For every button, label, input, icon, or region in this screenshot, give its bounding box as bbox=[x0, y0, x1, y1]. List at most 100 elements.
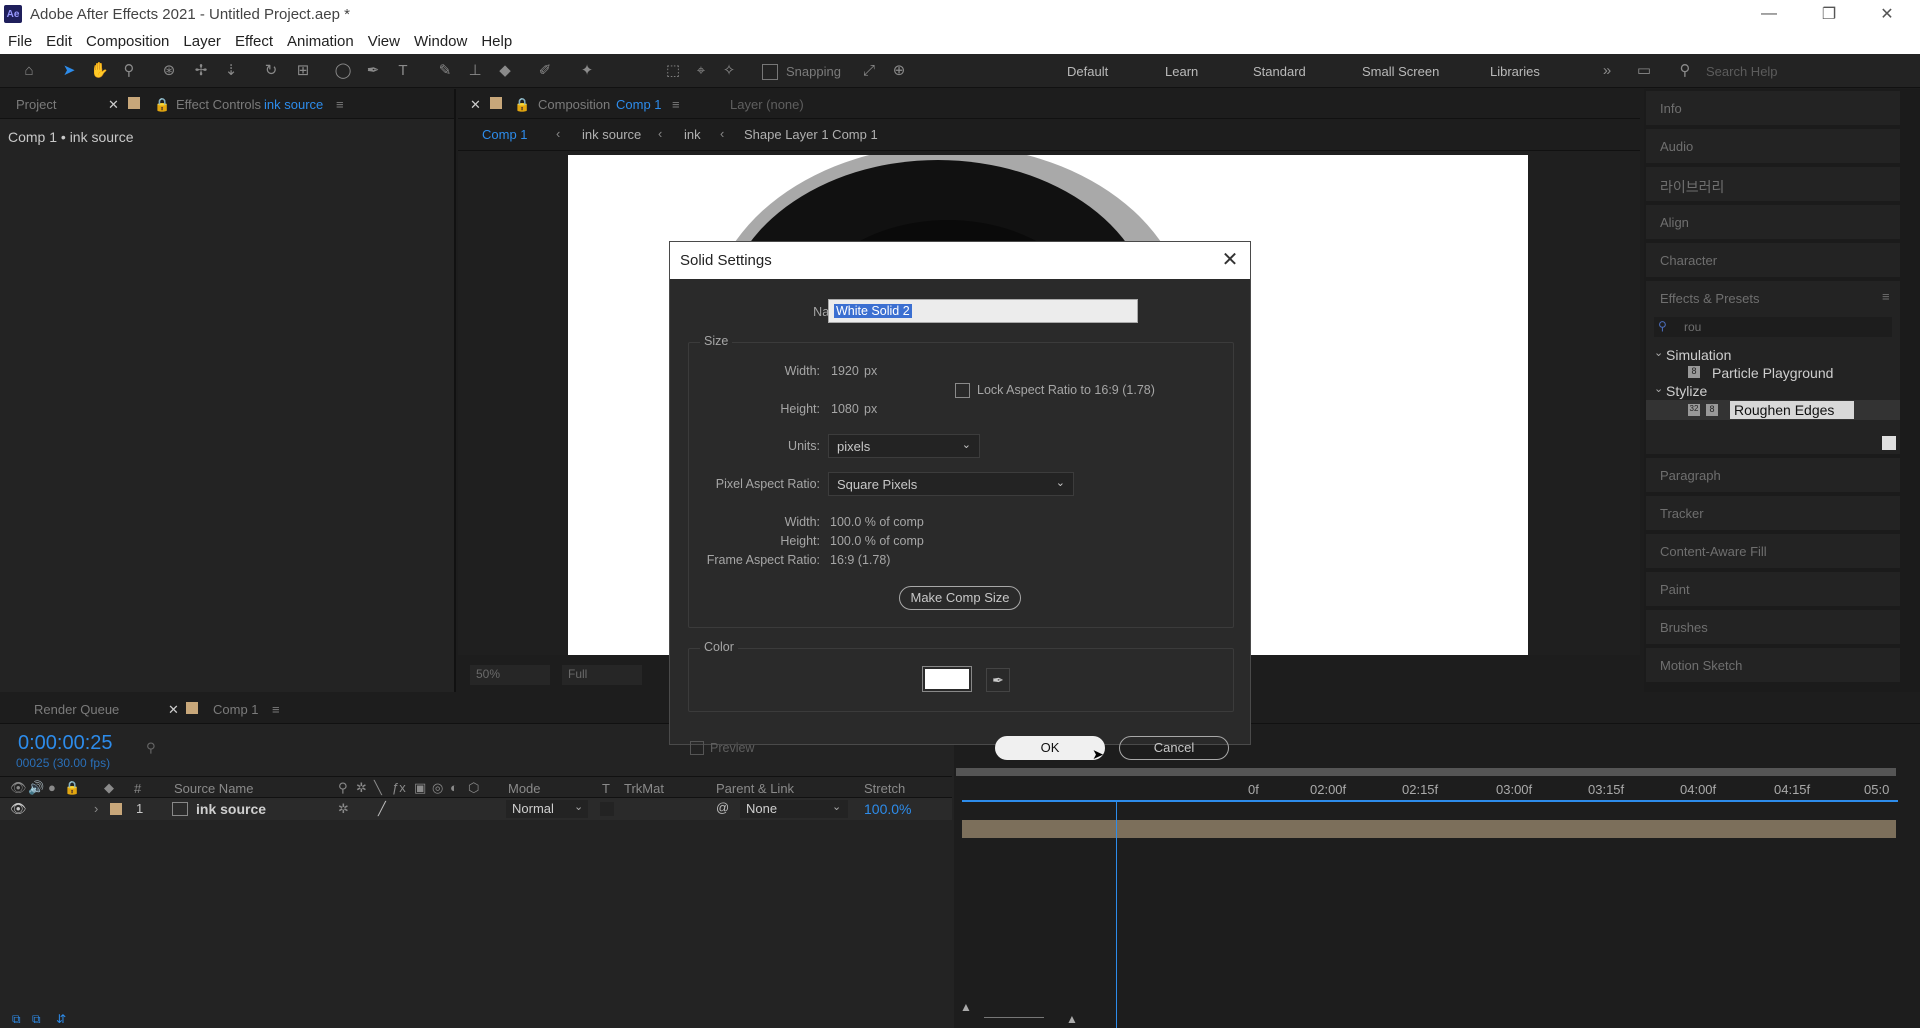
home-icon[interactable]: ⌂ bbox=[20, 62, 38, 80]
panel-tracker[interactable]: Tracker bbox=[1646, 494, 1900, 530]
panel-paragraph[interactable]: Paragraph bbox=[1646, 456, 1900, 492]
current-time-indicator[interactable] bbox=[1116, 800, 1117, 1028]
name-input[interactable]: White Solid 2 bbox=[828, 299, 1138, 323]
workspace-libraries[interactable]: Libraries bbox=[1490, 64, 1540, 79]
roto-brush-icon[interactable]: ✐ bbox=[536, 62, 554, 80]
menu-composition[interactable]: Composition bbox=[86, 33, 169, 50]
snap-feature-icon[interactable]: ⊕ bbox=[890, 62, 908, 80]
new-folder-icon[interactable] bbox=[1882, 436, 1896, 450]
adjustment-layer-icon[interactable]: ◐ bbox=[450, 780, 458, 795]
resolution-select[interactable]: Full bbox=[562, 665, 642, 685]
menu-animation[interactable]: Animation bbox=[287, 33, 354, 50]
tab-composition[interactable]: Composition bbox=[538, 97, 610, 112]
workspace-standard[interactable]: Standard bbox=[1253, 64, 1306, 79]
rotation-tool-icon[interactable]: ↻ bbox=[262, 62, 280, 80]
orbit-camera-icon[interactable]: ⊛ bbox=[160, 62, 178, 80]
restore-button[interactable]: ❐ bbox=[1800, 0, 1858, 28]
puppet-tool-icon[interactable]: ✦ bbox=[578, 62, 596, 80]
width-value[interactable]: 1920 bbox=[831, 364, 859, 378]
breadcrumb-ink-source[interactable]: ink source bbox=[582, 127, 641, 142]
height-value[interactable]: 1080 bbox=[831, 402, 859, 416]
menu-layer[interactable]: Layer bbox=[183, 33, 221, 50]
panel-info[interactable]: Info bbox=[1646, 89, 1900, 125]
tab-effect-controls[interactable]: Effect Controls bbox=[176, 97, 261, 112]
ok-button[interactable]: OK bbox=[995, 736, 1105, 760]
chevron-down-icon[interactable]: ⌄ bbox=[1654, 382, 1663, 395]
panel-libraries[interactable]: 라이브러리 bbox=[1646, 165, 1900, 201]
effect-controls-target[interactable]: ink source bbox=[264, 97, 323, 112]
dialog-close-icon[interactable]: ✕ bbox=[1218, 248, 1242, 272]
parent-select[interactable]: None ⌄ bbox=[740, 800, 848, 818]
layer-name[interactable]: ink source bbox=[196, 801, 266, 817]
table-row[interactable]: 👁 › 1 ink source ✲ ╱ Normal ⌄ @ None ⌄ 1… bbox=[0, 798, 952, 820]
close-comp-tab-icon[interactable]: ✕ bbox=[470, 97, 481, 113]
panel-paint[interactable]: Paint bbox=[1646, 570, 1900, 606]
breadcrumb-comp1[interactable]: Comp 1 bbox=[482, 127, 528, 142]
menu-help[interactable]: Help bbox=[481, 33, 512, 50]
timeline-zoom-slider[interactable] bbox=[984, 1017, 1044, 1018]
workspace-small-screen[interactable]: Small Screen bbox=[1362, 64, 1439, 79]
menu-file[interactable]: File bbox=[8, 33, 32, 50]
motion-blur-icon[interactable]: ◎ bbox=[432, 780, 443, 796]
search-help-input[interactable]: Search Help bbox=[1706, 64, 1778, 79]
brush-tool-icon[interactable]: ✎ bbox=[436, 62, 454, 80]
column-parent-link[interactable]: Parent & Link bbox=[716, 781, 794, 796]
zoom-out-icon[interactable]: ▲ bbox=[960, 1000, 972, 1014]
axis-local-icon[interactable]: ⬚ bbox=[664, 62, 682, 80]
cancel-button[interactable]: Cancel bbox=[1119, 736, 1229, 760]
video-toggle-icon[interactable]: 👁 bbox=[10, 780, 27, 796]
column-t[interactable]: T bbox=[602, 781, 610, 796]
zoom-select[interactable]: 50% bbox=[470, 665, 550, 685]
workspace-default[interactable]: Default bbox=[1067, 64, 1108, 79]
menu-window[interactable]: Window bbox=[414, 33, 467, 50]
more-workspaces-icon[interactable]: » bbox=[1598, 62, 1616, 80]
clone-stamp-icon[interactable]: ⊥ bbox=[466, 62, 484, 80]
label-tag-icon[interactable]: ◆ bbox=[104, 780, 114, 796]
minimize-button[interactable]: — bbox=[1740, 0, 1798, 28]
collapse-switch-icon[interactable]: ✲ bbox=[356, 780, 367, 796]
pen-tool-icon[interactable]: ✒ bbox=[364, 62, 382, 80]
breadcrumb-ink[interactable]: ink bbox=[684, 127, 701, 142]
effects-search-input[interactable]: ⚲ rou bbox=[1654, 317, 1892, 337]
tab-project[interactable]: Project bbox=[16, 97, 56, 112]
tree-effect-roughen-edges[interactable]: Roughen Edges bbox=[1730, 401, 1854, 419]
collapse-switch-icon[interactable]: ✲ bbox=[338, 801, 349, 817]
snap-options-icon[interactable]: ⤢ bbox=[860, 62, 878, 80]
close-window-button[interactable]: ✕ bbox=[1858, 0, 1916, 28]
eraser-tool-icon[interactable]: ◆ bbox=[496, 62, 514, 80]
frame-blend-icon[interactable]: ▣ bbox=[414, 780, 426, 796]
hand-tool-icon[interactable]: ✋ bbox=[90, 62, 109, 80]
stretch-value[interactable]: 100.0% bbox=[864, 801, 911, 817]
pan-camera-icon[interactable]: ✢ bbox=[192, 62, 210, 80]
lock-aspect-checkbox[interactable] bbox=[955, 383, 970, 398]
pixel-aspect-select[interactable]: Square Pixels ⌄ bbox=[828, 472, 1074, 496]
current-timecode[interactable]: 0:00:00:25 bbox=[18, 732, 113, 755]
preview-checkbox[interactable] bbox=[690, 741, 704, 755]
dolly-camera-icon[interactable]: ⇣ bbox=[222, 62, 240, 80]
ellipse-tool-icon[interactable]: ◯ bbox=[334, 62, 352, 80]
panel-align[interactable]: Align bbox=[1646, 203, 1900, 239]
comp-panel-menu-icon[interactable]: ≡ bbox=[672, 97, 680, 112]
preserve-transparency-toggle[interactable] bbox=[600, 802, 614, 816]
zoom-in-icon[interactable]: ▲ bbox=[1066, 1012, 1078, 1026]
eye-icon[interactable]: 👁 bbox=[10, 801, 27, 817]
snapping-checkbox[interactable] bbox=[762, 64, 778, 80]
tab-comp-name[interactable]: Comp 1 bbox=[616, 97, 662, 112]
layer-duration-bar[interactable] bbox=[962, 820, 1896, 838]
menu-view[interactable]: View bbox=[368, 33, 400, 50]
selection-tool-icon[interactable]: ➤ bbox=[60, 62, 78, 80]
close-tab-icon[interactable]: ✕ bbox=[108, 97, 119, 113]
layer-mode-select[interactable]: Normal ⌄ bbox=[506, 800, 588, 818]
timeline-search-icon[interactable]: ⚲ bbox=[146, 740, 156, 756]
lock-toggle-icon[interactable]: 🔒 bbox=[64, 780, 80, 796]
eyedropper-icon[interactable]: ✒ bbox=[986, 668, 1010, 692]
timeline-menu-icon[interactable]: ≡ bbox=[272, 702, 280, 717]
solo-toggle-icon[interactable]: ● bbox=[48, 780, 56, 795]
panel-brushes[interactable]: Brushes bbox=[1646, 608, 1900, 644]
units-select[interactable]: pixels ⌄ bbox=[828, 434, 980, 458]
effects-menu-icon[interactable]: ≡ bbox=[1882, 289, 1890, 304]
quality-switch-icon[interactable]: ╲ bbox=[374, 780, 382, 796]
panel-character[interactable]: Character bbox=[1646, 241, 1900, 277]
axis-view-icon[interactable]: ✧ bbox=[720, 62, 738, 80]
comp-lock-icon[interactable]: 🔒 bbox=[514, 97, 530, 113]
